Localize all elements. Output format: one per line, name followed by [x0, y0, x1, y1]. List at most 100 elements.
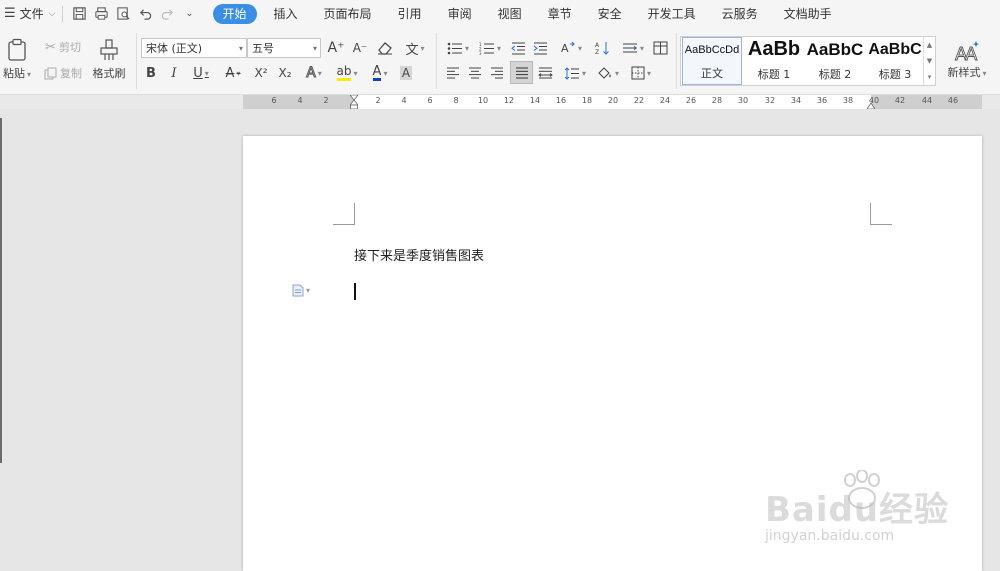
- subscript-icon: X₂: [278, 66, 292, 80]
- style-heading-3[interactable]: AaBbC 标题 3: [866, 37, 924, 85]
- document-paragraph[interactable]: 接下来是季度销售图表: [354, 245, 484, 264]
- sort-icon: AZ: [595, 42, 609, 55]
- tab-review[interactable]: 审阅: [435, 4, 485, 24]
- style-sample: AaBbCcDd: [684, 44, 740, 56]
- group-divider: [676, 33, 677, 89]
- bold-button[interactable]: B: [141, 63, 161, 83]
- numbered-list-icon: 123: [479, 42, 494, 55]
- new-style-button[interactable]: AA 新样式 ▾: [942, 35, 992, 85]
- paragraph-options[interactable]: ▾: [292, 284, 310, 297]
- superscript-icon: X²: [254, 66, 268, 80]
- tab-cloud-service[interactable]: 云服务: [709, 4, 771, 24]
- show-marks-button[interactable]: ▾: [618, 38, 648, 58]
- shrink-font-icon: A⁻: [352, 41, 368, 55]
- tab-page-layout[interactable]: 页面布局: [311, 4, 385, 24]
- font-size-select[interactable]: 五号 ▾: [247, 38, 321, 58]
- ruler-tick: 16: [555, 96, 567, 105]
- svg-text:Z: Z: [595, 49, 599, 55]
- font-name-select[interactable]: 宋体 (正文) ▾: [141, 38, 247, 58]
- paste-button[interactable]: 粘贴 ▾: [0, 33, 34, 85]
- decrease-indent-button[interactable]: [508, 38, 528, 58]
- document-page[interactable]: 接下来是季度销售图表 ▾: [243, 136, 982, 571]
- table-grid-button[interactable]: [650, 38, 670, 58]
- superscript-button[interactable]: X²: [250, 63, 272, 83]
- ribbon: 粘贴 ▾ ✂ 剪切 复制 格式刷 宋体 (正文) ▾ 五号 ▾ A⁺ A⁻ 文 ▾ …: [0, 27, 1000, 95]
- ruler-tick: 46: [947, 96, 959, 105]
- strikethrough-button[interactable]: A ▾: [219, 63, 247, 83]
- font-color-button[interactable]: A ▾: [366, 63, 394, 83]
- bullets-button[interactable]: ▾: [443, 38, 473, 58]
- borders-button[interactable]: ▾: [626, 63, 656, 83]
- justify-button[interactable]: [510, 61, 533, 84]
- redo-icon[interactable]: [157, 3, 179, 25]
- undo-icon[interactable]: [135, 3, 157, 25]
- align-right-button[interactable]: [487, 63, 507, 83]
- margin-corner-top-left: [333, 203, 355, 225]
- copy-button[interactable]: 复制: [40, 63, 86, 83]
- indent-marker[interactable]: [350, 95, 358, 109]
- underline-button[interactable]: U ▾: [187, 63, 215, 83]
- styles-scroll[interactable]: ▲ ▼ ▾: [923, 37, 935, 85]
- phonetic-guide-button[interactable]: 文 ▾: [400, 38, 430, 58]
- character-shading-button[interactable]: A: [397, 63, 415, 83]
- bold-icon: B: [146, 65, 156, 81]
- tab-developer[interactable]: 开发工具: [635, 4, 709, 24]
- paragraph-layout-icon: [292, 284, 304, 297]
- style-heading-2[interactable]: AaBbC 标题 2: [805, 37, 865, 85]
- save-icon[interactable]: [69, 3, 91, 25]
- customize-quick-access-icon[interactable]: ⌄: [179, 3, 201, 25]
- new-style-icon: AA: [955, 41, 980, 62]
- paste-label: 粘贴: [2, 66, 25, 80]
- ribbon-tabs: 开始 插入 页面布局 引用 审阅 视图 章节 安全 开发工具 云服务 文档助手: [212, 3, 845, 24]
- margin-corner-top-right: [870, 203, 892, 225]
- ruler-tick: 14: [529, 96, 541, 105]
- increase-indent-button[interactable]: [530, 38, 550, 58]
- print-preview-icon[interactable]: [113, 3, 135, 25]
- tab-security[interactable]: 安全: [585, 4, 635, 24]
- shrink-font-button[interactable]: A⁻: [349, 38, 371, 58]
- print-icon[interactable]: [91, 3, 113, 25]
- file-menu[interactable]: ☰ 文件 ⌵: [0, 0, 56, 27]
- style-heading-1[interactable]: AaBb 标题 1: [744, 37, 804, 85]
- highlight-button[interactable]: ab ▾: [332, 63, 362, 83]
- shading-button[interactable]: ▾: [593, 63, 623, 83]
- numbering-button[interactable]: 1 2 3 ▾: [475, 38, 505, 58]
- expand-icon[interactable]: ▾: [928, 73, 932, 81]
- tab-references[interactable]: 引用: [385, 4, 435, 24]
- tab-insert[interactable]: 插入: [261, 4, 311, 24]
- subscript-button[interactable]: X₂: [274, 63, 296, 83]
- distribute-button[interactable]: [535, 63, 555, 83]
- chevron-down-icon[interactable]: ▼: [927, 57, 932, 65]
- bullet-list-icon: [447, 42, 462, 54]
- format-painter-button[interactable]: 格式刷: [88, 33, 130, 85]
- sort-button[interactable]: AZ: [592, 38, 612, 58]
- style-normal[interactable]: AaBbCcDd 正文: [682, 37, 742, 85]
- tab-doc-assistant[interactable]: 文档助手: [771, 4, 845, 24]
- ruler-tick: 30: [737, 96, 749, 105]
- clear-format-button[interactable]: [374, 38, 396, 58]
- align-center-button[interactable]: [465, 63, 485, 83]
- svg-text:3: 3: [479, 51, 482, 55]
- horizontal-ruler[interactable]: 6 4 2 2 4 6 8 10 12 14 16 18 20 22 24 26…: [243, 95, 982, 109]
- svg-text:A: A: [561, 42, 569, 55]
- line-spacing-button[interactable]: ▾: [560, 63, 590, 83]
- text-direction-button[interactable]: A ▾: [556, 38, 586, 58]
- cut-button[interactable]: ✂ 剪切: [40, 37, 86, 57]
- text-effect-button[interactable]: A ▾: [300, 63, 328, 83]
- italic-button[interactable]: I: [164, 63, 184, 83]
- tab-start[interactable]: 开始: [212, 3, 257, 24]
- eraser-icon: [378, 42, 392, 55]
- tab-sections[interactable]: 章节: [535, 4, 585, 24]
- grow-font-button[interactable]: A⁺: [325, 38, 347, 58]
- ruler-tick: 4: [297, 96, 303, 105]
- scissors-icon: ✂: [45, 39, 56, 55]
- style-sample: AaBb: [747, 38, 801, 60]
- copy-label: 复制: [60, 67, 82, 80]
- chevron-up-icon[interactable]: ▲: [927, 41, 932, 49]
- align-left-button[interactable]: [443, 63, 463, 83]
- right-indent-marker[interactable]: [867, 95, 875, 109]
- ruler-tick: 26: [685, 96, 697, 105]
- ruler-tick: 2: [323, 96, 329, 105]
- tab-view[interactable]: 视图: [485, 4, 535, 24]
- table-icon: [653, 41, 667, 55]
